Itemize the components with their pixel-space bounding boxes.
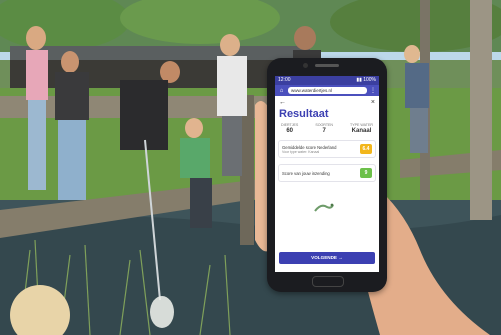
stat-label: Soorten: [315, 123, 334, 127]
your-score-card: Score van jouw inzending 9: [278, 164, 376, 182]
creature-icon: [314, 203, 334, 212]
outdoor-photo-scene: [0, 0, 501, 335]
stat-soorten: Soorten 7: [315, 123, 333, 134]
menu-dots-icon[interactable]: ⋮: [370, 87, 376, 94]
card-text: Gemiddelde score Nederland: [282, 144, 337, 150]
stat-value: 7: [322, 128, 326, 134]
status-bar: 12:00 ▮▮ 100%: [275, 76, 379, 85]
page-nav: ← ×: [275, 96, 379, 106]
back-arrow-icon[interactable]: ←: [279, 99, 286, 106]
score-badge-yours: 9: [360, 168, 372, 178]
stat-diertjes: Diertjes 60: [281, 123, 298, 134]
smartphone: 12:00 ▮▮ 100% ⌂ www.waterdiertjes.nl ⋮ ←…: [267, 58, 387, 292]
card-text: Score van jouw inzending: [282, 170, 330, 176]
phone-home-button[interactable]: [312, 276, 344, 287]
stat-label: Diertjes: [281, 123, 299, 127]
status-time: 12:00: [278, 77, 291, 83]
stat-label: Type water: [350, 123, 373, 127]
url-field[interactable]: www.waterdiertjes.nl: [288, 87, 367, 94]
score-badge-average: 6.4: [360, 144, 372, 154]
page-title: Resultaat: [279, 108, 329, 120]
phone-screen: 12:00 ▮▮ 100% ⌂ www.waterdiertjes.nl ⋮ ←…: [275, 76, 379, 272]
average-score-card: Gemiddelde score Nederland Voor type wat…: [278, 140, 376, 158]
home-icon[interactable]: ⌂: [278, 88, 285, 94]
phone-speaker: [315, 64, 339, 67]
next-button[interactable]: VOLGENDE →: [279, 252, 375, 264]
stat-type-water: Type water Kanaal: [350, 123, 373, 134]
card-subtext: Voor type water: Kanaal: [282, 149, 320, 154]
stat-value: 60: [286, 128, 293, 134]
browser-url-bar: ⌂ www.waterdiertjes.nl ⋮: [275, 85, 379, 96]
stat-value: Kanaal: [351, 128, 372, 134]
close-icon[interactable]: ×: [371, 99, 375, 106]
status-icons: ▮▮ 100%: [356, 77, 376, 83]
phone-camera: [303, 63, 308, 68]
stats-row: Diertjes 60 Soorten 7 Type water Kanaal: [275, 120, 379, 134]
